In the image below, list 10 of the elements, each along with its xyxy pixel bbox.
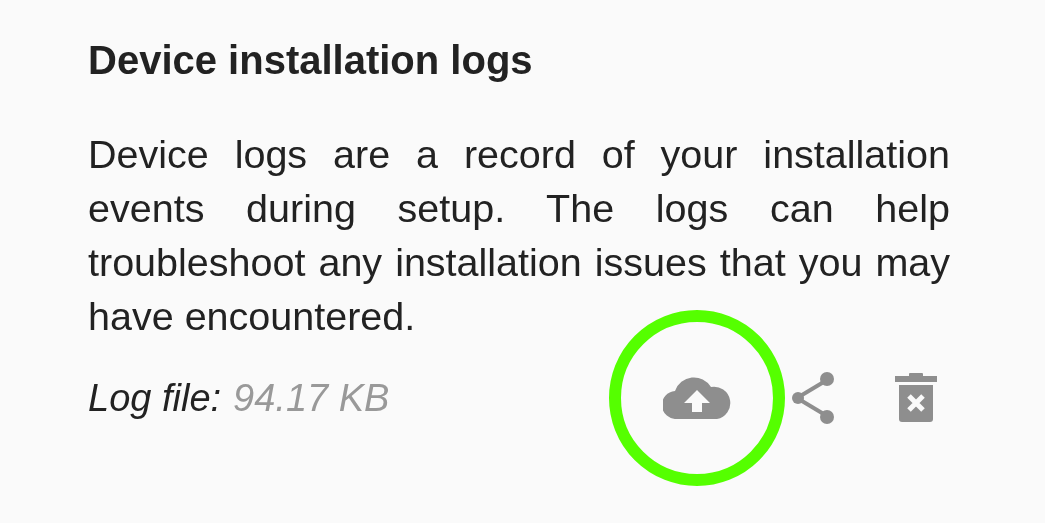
- delete-button[interactable]: [895, 373, 937, 423]
- description-text: Device logs are a record of your installation events during setup. The logs can help troubleshoot any installation issues that you may have encountered.: [88, 131, 950, 340]
- trash-icon: [895, 373, 937, 423]
- cloud-upload-icon: [663, 377, 731, 419]
- log-file-label: Log file:: [88, 376, 222, 420]
- share-icon: [791, 370, 835, 426]
- log-file-size: 94.17 KB: [233, 376, 390, 420]
- share-button[interactable]: [791, 370, 835, 426]
- section-title: Device installation logs: [88, 37, 534, 84]
- upload-button[interactable]: [663, 377, 731, 419]
